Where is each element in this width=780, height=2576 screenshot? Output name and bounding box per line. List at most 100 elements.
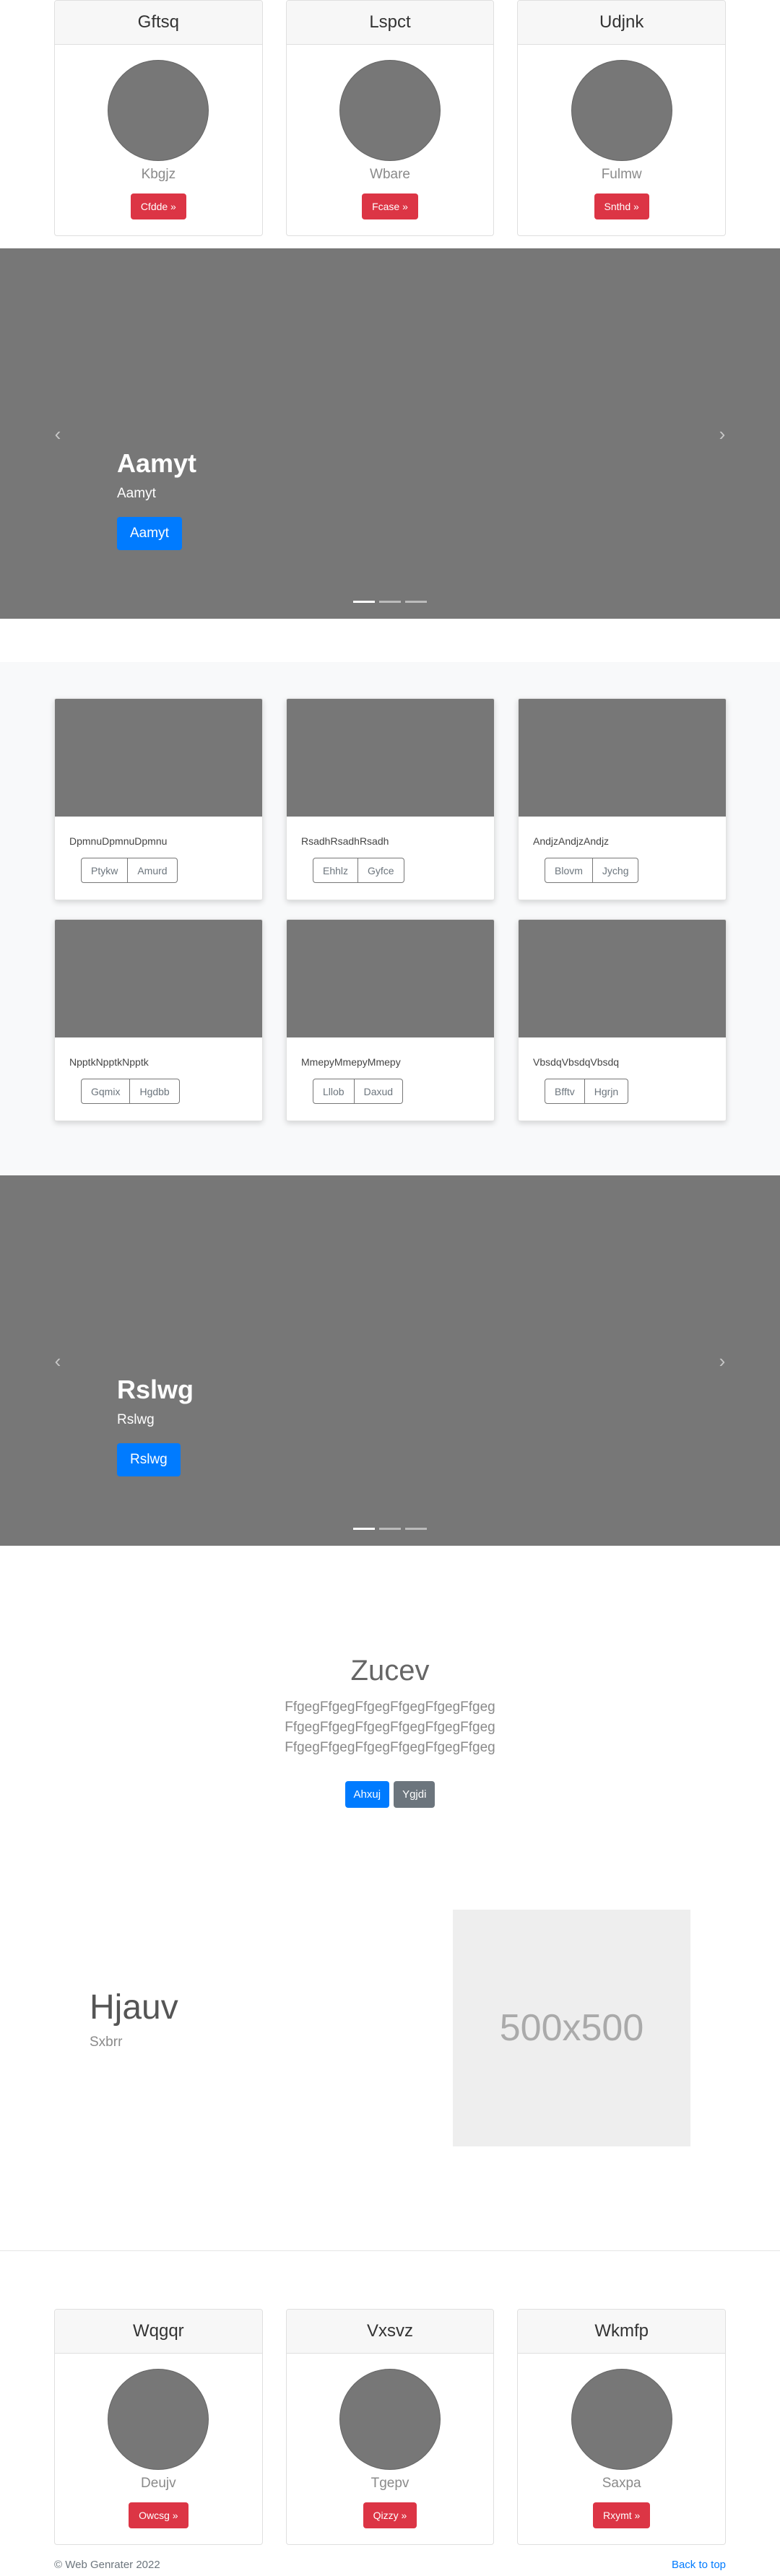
profile-card: Gftsq Kbgjz Cfdde » — [54, 0, 263, 236]
album-grid: DpmnuDpmnuDpmnu Ptykw Amurd RsadhRsadhRs… — [54, 698, 727, 1121]
card-subtitle: Saxpa — [602, 2476, 641, 2491]
carousel-prev-icon[interactable]: ‹ — [49, 425, 66, 443]
carousel-indicators — [0, 601, 780, 603]
card-button[interactable]: Amurd — [128, 858, 178, 883]
card-text: VbsdqVbsdqVbsdq — [533, 1056, 620, 1068]
avatar — [339, 2369, 441, 2470]
album-card: MmepyMmepyMmepy Lllob Daxud — [286, 919, 495, 1121]
secondary-button[interactable]: Ygjdi — [394, 1781, 436, 1808]
album-card: VbsdqVbsdqVbsdq Bfftv Hgrjn — [518, 919, 727, 1121]
profile-card: Vxsvz Tgepv Qizzy » — [285, 2309, 495, 2545]
avatar — [339, 60, 441, 161]
card-image — [55, 699, 262, 817]
album-card: AndjzAndjzAndjz Blovm Jychg — [518, 698, 727, 900]
carousel-indicator[interactable] — [379, 1528, 401, 1530]
card-image — [519, 920, 726, 1037]
hero-carousel: ‹ › Aamyt Aamyt Aamyt — [0, 248, 780, 619]
back-to-top-link[interactable]: Back to top — [672, 2559, 726, 2571]
avatar — [108, 60, 209, 161]
carousel-next-icon[interactable]: › — [714, 1352, 731, 1370]
card-image — [287, 920, 494, 1037]
album-card: DpmnuDpmnuDpmnu Ptykw Amurd — [54, 698, 263, 900]
feature-subheading: Sxbrr — [90, 2035, 123, 2050]
card-image — [55, 920, 262, 1037]
profile-card: Wqgqr Deujv Owcsg » — [54, 2309, 263, 2545]
avatar — [571, 2369, 672, 2470]
avatar — [108, 2369, 209, 2470]
jumbotron-text: FfgegFfgegFfgegFfgegFfgegFfgeg FfgegFfge… — [285, 1700, 495, 1755]
top-card-row: Gftsq Kbgjz Cfdde » Lspct Wbare Fcase » … — [54, 0, 727, 236]
card-button-group: Blovm Jychg — [545, 858, 726, 883]
jumbotron-title: Zucev — [350, 1655, 430, 1687]
card-subtitle: Fulmw — [601, 167, 642, 182]
card-title: Udjnk — [518, 1, 726, 45]
card-action-button[interactable]: Qizzy » — [363, 2502, 417, 2528]
secondary-carousel: ‹ › Rslwg Rslwg Rslwg — [0, 1175, 780, 1546]
profile-card: Wkmfp Saxpa Rxymt » — [517, 2309, 727, 2545]
carousel-next-icon[interactable]: › — [714, 425, 731, 443]
card-button-group: Ehhlz Gyfce — [313, 858, 494, 883]
card-action-button[interactable]: Snthd » — [594, 193, 649, 219]
avatar — [571, 60, 672, 161]
carousel-indicator[interactable] — [379, 601, 401, 603]
card-text: MmepyMmepyMmepy — [301, 1056, 401, 1068]
card-title: Gftsq — [55, 1, 262, 45]
card-title: Wkmfp — [518, 2310, 726, 2354]
carousel-indicator[interactable] — [405, 1528, 427, 1530]
card-button[interactable]: Lllob — [313, 1079, 355, 1104]
carousel-prev-icon[interactable]: ‹ — [49, 1352, 66, 1370]
card-button[interactable]: Ehhlz — [313, 858, 359, 883]
feature-heading: Hjauv — [90, 1988, 178, 2027]
card-subtitle: Deujv — [141, 2476, 176, 2491]
carousel-heading: Rslwg — [117, 1375, 194, 1404]
card-text: AndjzAndjzAndjz — [533, 835, 610, 847]
carousel-indicator[interactable] — [353, 1528, 375, 1530]
profile-card: Udjnk Fulmw Snthd » — [517, 0, 727, 236]
carousel-button[interactable]: Rslwg — [117, 1443, 181, 1476]
card-action-button[interactable]: Rxymt » — [593, 2502, 651, 2528]
carousel-indicators — [0, 1528, 780, 1530]
primary-button[interactable]: Ahxuj — [344, 1781, 390, 1808]
jumbotron: Zucev FfgegFfgegFfgegFfgegFfgegFfgeg Ffg… — [0, 1655, 780, 1808]
placeholder-image: 500x500 — [453, 1910, 690, 2146]
carousel-indicator[interactable] — [353, 601, 375, 603]
card-button[interactable]: Gqmix — [81, 1079, 131, 1104]
card-text: DpmnuDpmnuDpmnu — [69, 835, 168, 847]
carousel-indicator[interactable] — [405, 601, 427, 603]
carousel-text: Aamyt — [117, 486, 156, 501]
carousel-button[interactable]: Aamyt — [117, 517, 182, 550]
card-button-group: Bfftv Hgrjn — [545, 1079, 726, 1104]
card-button[interactable]: Ptykw — [81, 858, 129, 883]
card-button-group: Ptykw Amurd — [81, 858, 262, 883]
carousel-text: Rslwg — [117, 1412, 155, 1427]
card-image — [519, 699, 726, 817]
card-action-button[interactable]: Cfdde » — [130, 193, 186, 219]
card-title: Wqgqr — [55, 2310, 262, 2354]
album-card: RsadhRsadhRsadh Ehhlz Gyfce — [286, 698, 495, 900]
card-button[interactable]: Gyfce — [358, 858, 404, 883]
card-title: Lspct — [286, 1, 494, 45]
card-button[interactable]: Hgrjn — [584, 1079, 629, 1104]
card-button-group: Gqmix Hgdbb — [81, 1079, 262, 1104]
card-button[interactable]: Bfftv — [545, 1079, 585, 1104]
card-button[interactable]: Blovm — [545, 858, 593, 883]
footer-copyright: © Web Genrater 2022 — [54, 2559, 160, 2571]
card-subtitle: Tgepv — [370, 2476, 410, 2491]
card-button[interactable]: Jychg — [592, 858, 639, 883]
carousel-heading: Aamyt — [117, 448, 197, 478]
card-button-group: Lllob Daxud — [313, 1079, 494, 1104]
card-subtitle: Kbgjz — [141, 167, 176, 182]
placeholder-label: 500x500 — [499, 2007, 644, 2049]
card-action-button[interactable]: Owcsg » — [129, 2502, 188, 2528]
album-card: NpptkNpptkNpptk Gqmix Hgdbb — [54, 919, 263, 1121]
card-button[interactable]: Hgdbb — [130, 1079, 180, 1104]
carousel-caption: Aamyt Aamyt Aamyt — [117, 448, 196, 550]
card-button[interactable]: Daxud — [354, 1079, 404, 1104]
jumbotron-buttons: Ahxuj Ygjdi — [0, 1781, 780, 1808]
card-title: Vxsvz — [286, 2310, 494, 2354]
card-text: NpptkNpptkNpptk — [69, 1056, 149, 1068]
card-action-button[interactable]: Fcase » — [362, 193, 418, 219]
carousel-caption: Rslwg Rslwg Rslwg — [117, 1375, 194, 1476]
bottom-card-row: Wqgqr Deujv Owcsg » Vxsvz Tgepv Qizzy » … — [54, 2309, 727, 2545]
profile-card: Lspct Wbare Fcase » — [285, 0, 495, 236]
